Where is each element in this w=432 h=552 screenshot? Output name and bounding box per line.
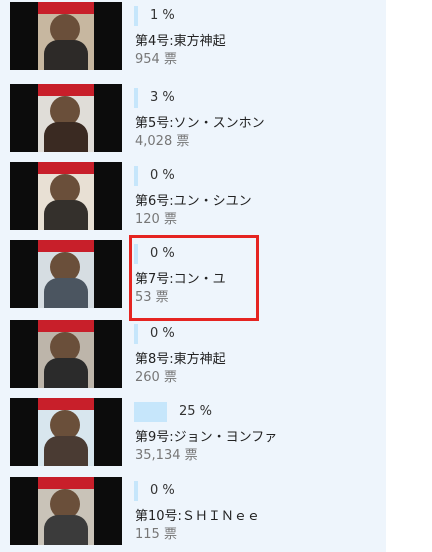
ranking-entry-10: 0 % 第10号:ＳＨＩＮｅｅ 115 票	[0, 477, 386, 549]
ranking-entry-5: 3 % 第5号:ソン・スンホン 4,028 票	[0, 84, 386, 156]
cover-image	[38, 162, 94, 230]
issue-title: 第10号:ＳＨＩＮｅｅ	[135, 509, 260, 524]
cover-image	[38, 84, 94, 152]
vote-percent: 25 %	[179, 404, 213, 419]
cover-person-body	[44, 200, 88, 230]
cover-masthead	[38, 2, 94, 14]
magazine-cover-thumbnail[interactable]	[10, 398, 122, 466]
cover-person-body	[44, 436, 88, 466]
vote-percent: 3 %	[150, 90, 175, 105]
cover-masthead	[38, 162, 94, 174]
issue-title: 第4号:東方神起	[135, 34, 226, 49]
vote-count: 120 票	[135, 212, 177, 227]
vote-percent: 0 %	[150, 168, 175, 183]
cover-image	[38, 240, 94, 308]
vote-percent-bar	[134, 402, 167, 422]
page-margin	[386, 0, 432, 552]
cover-image	[38, 477, 94, 545]
ranking-entry-8: 0 % 第8号:東方神起 260 票	[0, 320, 386, 392]
issue-title: 第8号:東方神起	[135, 352, 226, 367]
cover-masthead	[38, 84, 94, 96]
issue-title: 第5号:ソン・スンホン	[135, 116, 265, 131]
highlight-box	[129, 235, 259, 321]
cover-person-body	[44, 278, 88, 308]
cover-person-body	[44, 358, 88, 388]
vote-percent: 0 %	[150, 483, 175, 498]
vote-count: 4,028 票	[135, 134, 190, 149]
cover-masthead	[38, 240, 94, 252]
issue-title: 第6号:ユン・シユン	[135, 194, 252, 209]
vote-percent-bar	[134, 481, 138, 501]
vote-count: 260 票	[135, 370, 177, 385]
vote-percent-bar	[134, 88, 138, 108]
magazine-cover-thumbnail[interactable]	[10, 84, 122, 152]
cover-masthead	[38, 320, 94, 332]
cover-image	[38, 2, 94, 70]
vote-count: 115 票	[135, 527, 177, 542]
cover-masthead	[38, 477, 94, 489]
ranking-entry-4: 1 % 第4号:東方神起 954 票	[0, 2, 386, 74]
magazine-cover-thumbnail[interactable]	[10, 240, 122, 308]
ranking-entry-9: 25 % 第9号:ジョン・ヨンファ 35,134 票	[0, 398, 386, 470]
magazine-cover-thumbnail[interactable]	[10, 477, 122, 545]
vote-percent-bar	[134, 166, 138, 186]
vote-count: 954 票	[135, 52, 177, 67]
cover-person-body	[44, 122, 88, 152]
vote-percent: 1 %	[150, 8, 175, 23]
magazine-cover-thumbnail[interactable]	[10, 320, 122, 388]
magazine-cover-thumbnail[interactable]	[10, 2, 122, 70]
magazine-cover-thumbnail[interactable]	[10, 162, 122, 230]
cover-image	[38, 398, 94, 466]
cover-masthead	[38, 398, 94, 410]
cover-person-body	[44, 40, 88, 70]
vote-count: 35,134 票	[135, 448, 198, 463]
vote-percent-bar	[134, 6, 138, 26]
cover-image	[38, 320, 94, 388]
cover-person-body	[44, 515, 88, 545]
issue-title: 第9号:ジョン・ヨンファ	[135, 430, 278, 445]
vote-percent-bar	[134, 324, 138, 344]
ranking-entry-6: 0 % 第6号:ユン・シユン 120 票	[0, 162, 386, 234]
vote-percent: 0 %	[150, 326, 175, 341]
